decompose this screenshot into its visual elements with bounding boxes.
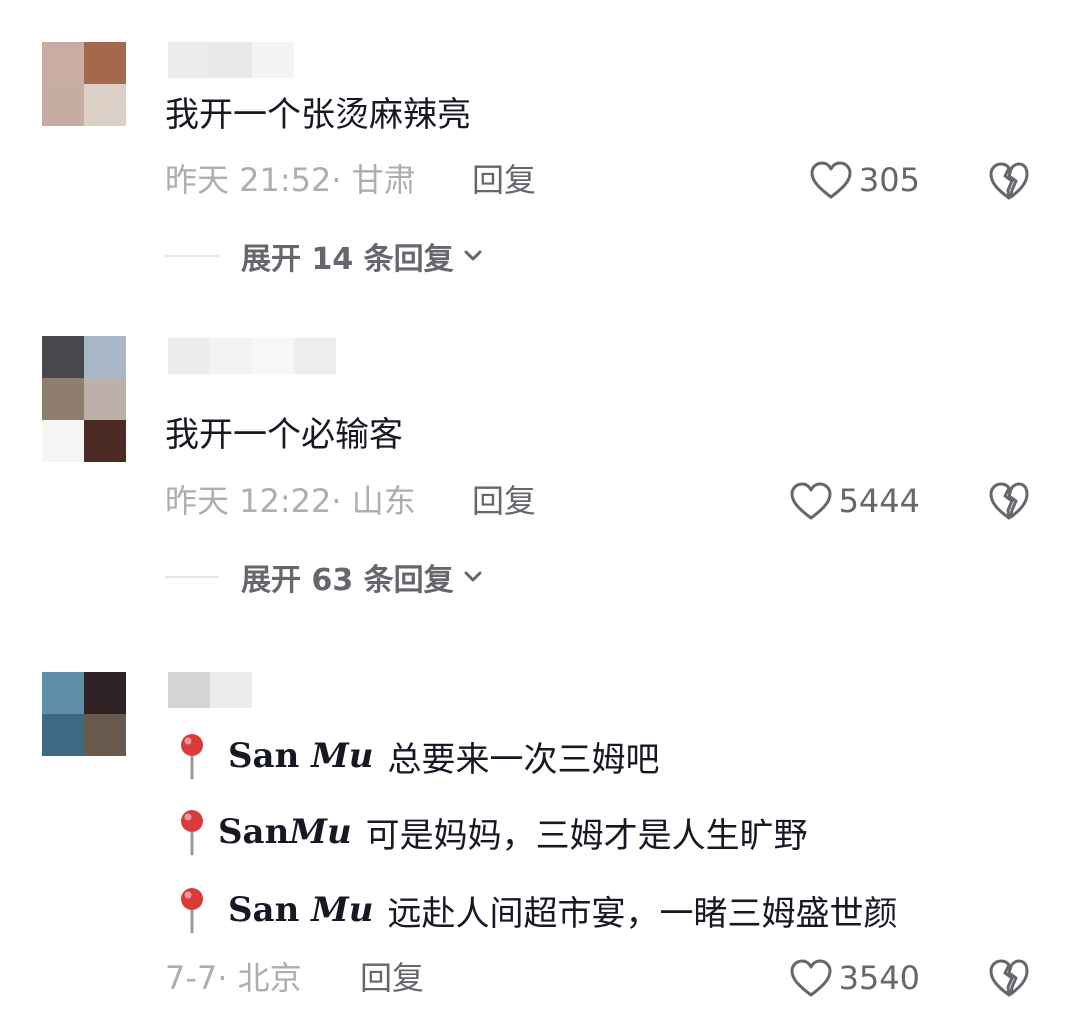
comment-line: SanMu 可是妈妈，三姆才是人生旷野 — [172, 806, 808, 858]
reply-button[interactable]: 回复 — [472, 481, 536, 521]
comment-text: 远赴人间超市宴，一睹三姆盛世颜 — [387, 893, 898, 934]
comment-line: San Mu 总要来一次三姆吧 — [172, 730, 660, 782]
broken-heart-icon[interactable] — [988, 957, 1030, 999]
reply-button[interactable]: 回复 — [472, 160, 536, 200]
avatar[interactable] — [42, 336, 126, 462]
username-blurred[interactable] — [168, 338, 336, 374]
expand-replies-label: 展开 63 条回复 — [241, 563, 454, 598]
pushpin-icon — [172, 886, 212, 934]
like-count: 3540 — [838, 959, 920, 997]
comment-meta: 昨天 21:52· 甘肃 — [165, 161, 416, 199]
comment-meta: 昨天 12:22· 山东 — [165, 482, 416, 520]
comment-meta: 7-7· 北京 — [165, 959, 302, 997]
chevron-down-icon — [462, 566, 484, 588]
comment-item: 我开一个张烫麻辣亮 昨天 21:52· 甘肃 回复 305 展开 14 条回复 — [0, 0, 1074, 300]
avatar[interactable] — [42, 42, 126, 126]
divider-line — [165, 576, 219, 578]
brand-name: San Mu — [228, 890, 374, 930]
like-button[interactable]: 5444 — [789, 479, 920, 523]
brand-name: San Mu — [228, 736, 374, 776]
chevron-down-icon — [462, 245, 484, 267]
comment-text: 总要来一次三姆吧 — [387, 739, 660, 780]
pushpin-icon — [172, 808, 212, 856]
like-count: 305 — [858, 161, 920, 199]
comment-text: 我开一个张烫麻辣亮 — [165, 95, 471, 135]
username-blurred[interactable] — [168, 672, 252, 708]
broken-heart-icon[interactable] — [988, 480, 1030, 522]
brand-name: SanMu — [218, 812, 352, 852]
expand-replies-label: 展开 14 条回复 — [241, 242, 454, 277]
divider-line — [165, 255, 219, 257]
heart-outline-icon — [809, 160, 853, 200]
expand-replies-button[interactable]: 展开 14 条回复 — [165, 236, 484, 277]
heart-outline-icon — [789, 481, 833, 521]
like-count: 5444 — [838, 482, 920, 520]
username-blurred[interactable] — [168, 42, 294, 78]
comment-text: 可是妈妈，三姆才是人生旷野 — [365, 815, 808, 856]
like-button[interactable]: 305 — [809, 158, 920, 202]
like-button[interactable]: 3540 — [789, 956, 920, 1000]
expand-replies-button[interactable]: 展开 63 条回复 — [165, 557, 484, 598]
pushpin-icon — [172, 732, 212, 780]
comment-text: 我开一个必输客 — [165, 415, 403, 455]
comment-line: San Mu 远赴人间超市宴，一睹三姆盛世颜 — [172, 884, 898, 936]
broken-heart-icon[interactable] — [988, 160, 1030, 202]
avatar[interactable] — [42, 672, 126, 756]
heart-outline-icon — [789, 958, 833, 998]
reply-button[interactable]: 回复 — [360, 958, 424, 998]
